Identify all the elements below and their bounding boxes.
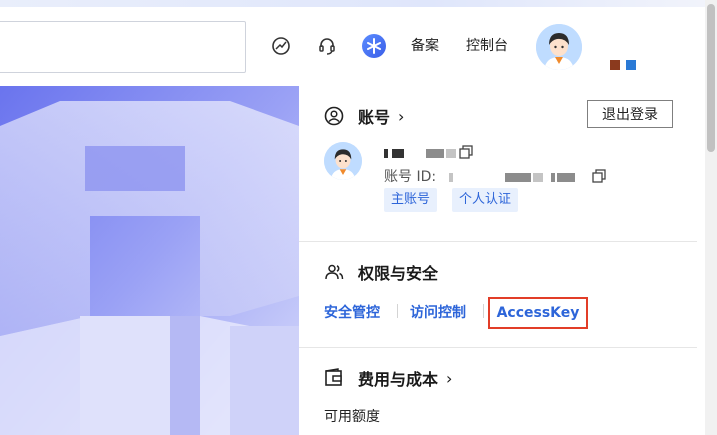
accesskey-highlight-box: AccessKey: [488, 297, 588, 329]
users-icon: [324, 262, 344, 282]
search-input[interactable]: [0, 21, 246, 73]
billing-cost-title: 费用与成本: [358, 370, 439, 389]
chevron-right-icon: ›: [446, 368, 453, 388]
user-circle-icon: [324, 106, 344, 126]
security-control-link[interactable]: 安全管控: [324, 302, 380, 322]
personal-verification-tag[interactable]: 个人认证: [452, 188, 519, 212]
user-name-masked: [610, 55, 642, 70]
account-id-masked: [449, 170, 575, 184]
account-dropdown-panel: 账号 › 退出登录 账号 ID: 主账号 个人认证 权限与安全 安全管控 访问控…: [299, 86, 705, 435]
section-divider: [299, 347, 697, 348]
link-separator: [397, 304, 398, 318]
access-control-link[interactable]: 访问控制: [410, 302, 466, 322]
section-divider: [299, 241, 697, 242]
account-avatar: [324, 142, 362, 180]
logout-button[interactable]: 退出登录: [587, 100, 673, 128]
console-link[interactable]: 控制台: [466, 35, 508, 57]
globe-icon[interactable]: [270, 35, 292, 57]
billing-cost-header-link[interactable]: 费用与成本 ›: [324, 366, 452, 390]
account-name-masked: [384, 146, 456, 160]
copy-id-icon[interactable]: [592, 168, 606, 187]
available-quota-label: 可用额度: [324, 409, 380, 425]
copy-name-icon[interactable]: [459, 144, 473, 163]
hero-banner-image: [0, 86, 299, 435]
accesskey-link[interactable]: AccessKey: [497, 305, 580, 321]
top-navigation-bar: 备案 控制台: [0, 7, 705, 85]
support-headset-icon[interactable]: [316, 35, 338, 57]
page-scrollbar-thumb[interactable]: [707, 4, 715, 152]
permissions-security-header: 权限与安全: [324, 260, 438, 284]
account-header-link[interactable]: 账号 ›: [324, 104, 404, 128]
permissions-security-title: 权限与安全: [358, 264, 439, 283]
link-separator: [483, 304, 484, 318]
main-account-tag: 主账号: [384, 188, 438, 212]
chevron-right-icon: ›: [398, 106, 405, 126]
wallet-icon: [324, 368, 344, 388]
user-avatar[interactable]: [536, 24, 582, 70]
account-id-label: 账号 ID:: [384, 169, 437, 185]
top-banner-strip: [0, 0, 717, 7]
ai-assistant-icon[interactable]: [361, 33, 387, 59]
account-title: 账号: [358, 108, 391, 127]
beian-link[interactable]: 备案: [411, 35, 439, 57]
